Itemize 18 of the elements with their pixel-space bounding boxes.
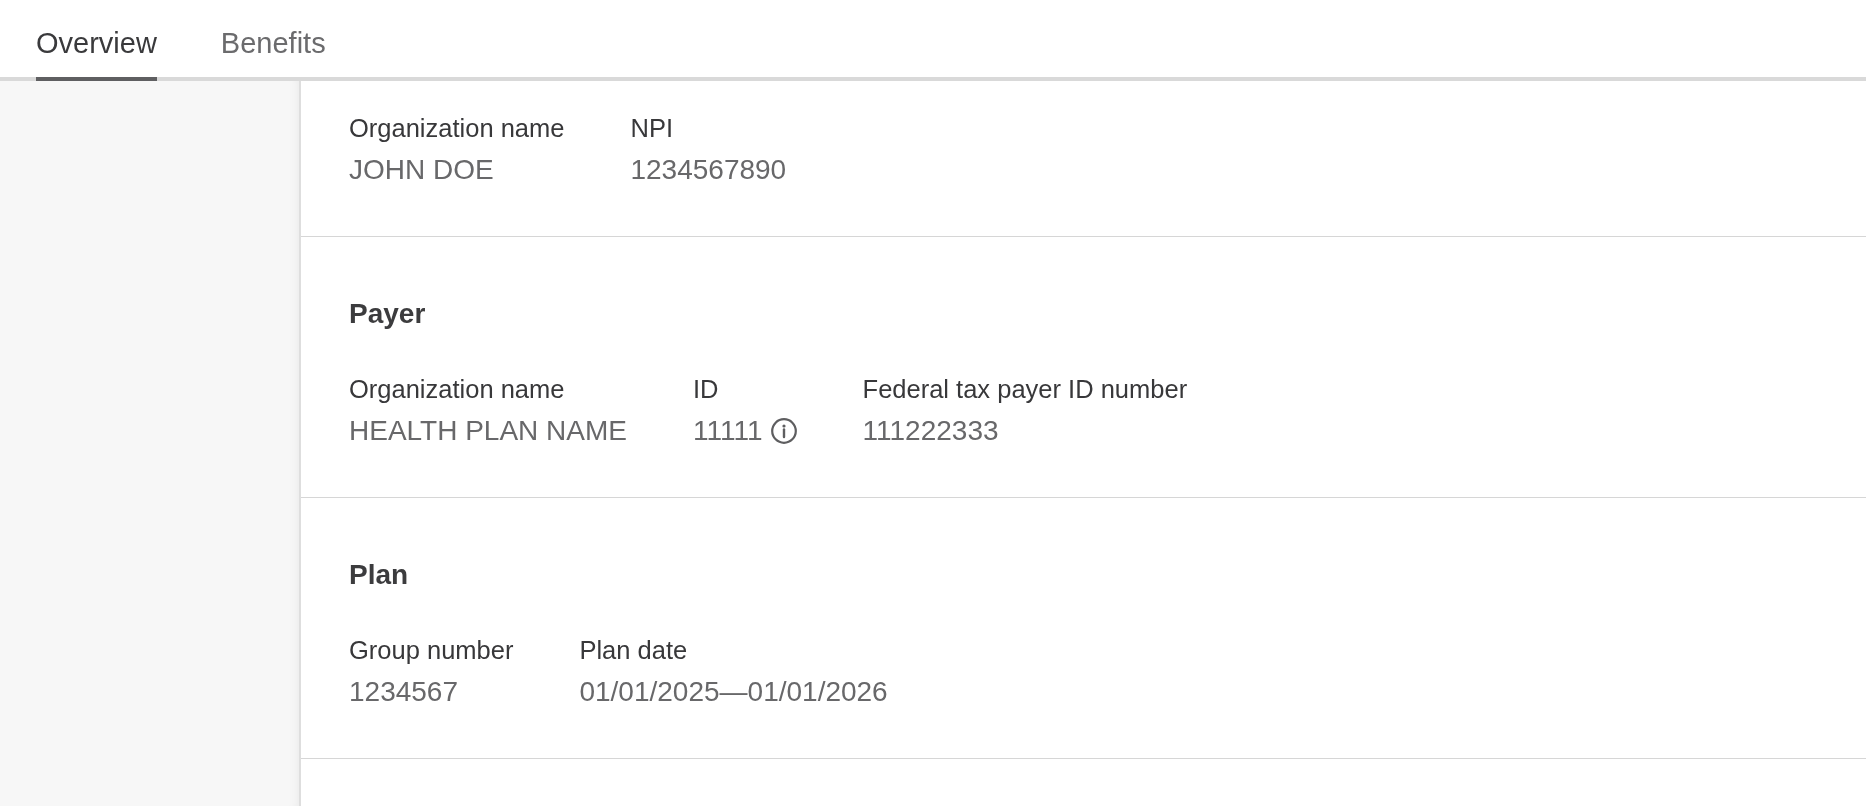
field-value: 1234567890 [630, 153, 787, 187]
info-icon[interactable] [770, 418, 797, 444]
field-label: Organization name [349, 374, 566, 404]
tab[interactable]: Benefits [220, 0, 326, 81]
field-value: 01/01/2025—01/01/2026 [579, 675, 888, 709]
field-label: Organization name [349, 113, 565, 143]
field-label: Group number [349, 635, 514, 665]
section-heading: Payer [349, 297, 426, 331]
field-label: Plan date [579, 635, 689, 665]
field-label: ID [693, 374, 720, 404]
field-value: 1234567 [349, 675, 458, 709]
field-value: HEALTH PLAN NAME [349, 414, 627, 448]
field-label: NPI [630, 113, 674, 143]
section-heading: Plan [349, 558, 409, 592]
field-value: 111222333 [862, 414, 999, 448]
field-value: 11111 [693, 414, 763, 448]
field-label: Federal tax payer ID number [862, 374, 1188, 404]
field-value: JOHN DOE [349, 153, 494, 187]
